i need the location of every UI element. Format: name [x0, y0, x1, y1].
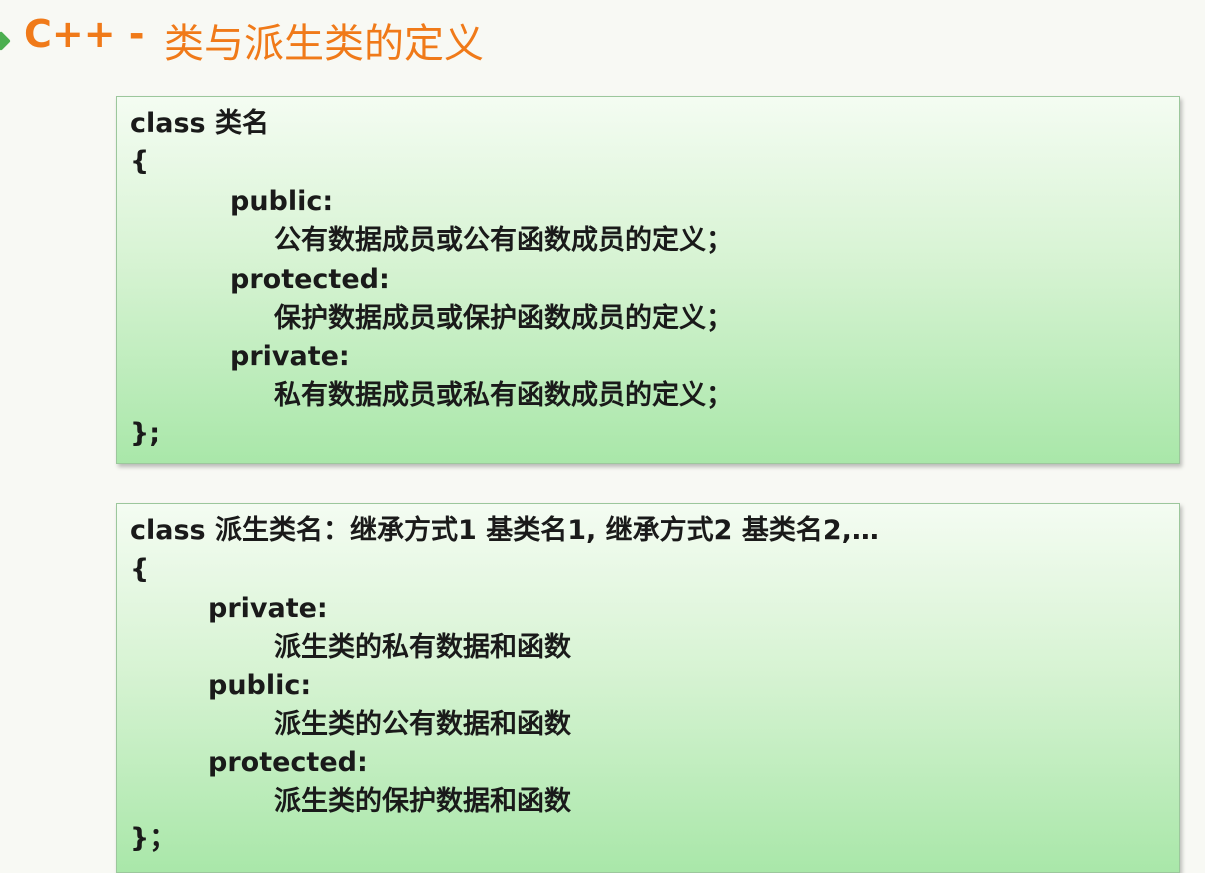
code-line: protected: — [208, 747, 368, 778]
code-line: class 派生类名：继承方式1 基类名1, 继承方式2 基类名2,… — [130, 515, 879, 546]
code-line: }； — [130, 823, 177, 854]
code-line: public: — [230, 186, 334, 217]
code-line: }; — [130, 418, 161, 449]
code-line: 私有数据成员或私有函数成员的定义； — [274, 380, 733, 411]
code-line: 派生类的私有数据和函数 — [274, 632, 571, 663]
code-line: protected: — [230, 264, 390, 295]
code-line: 派生类的保护数据和函数 — [274, 786, 571, 817]
bullet-diamond-icon — [0, 31, 11, 51]
slide-title-cn: 类与派生类的定义 — [164, 21, 484, 67]
code-line: private: — [230, 341, 350, 372]
code-line: private: — [208, 593, 328, 624]
code-line: { — [130, 554, 150, 585]
derived-class-definition-box: class 派生类名：继承方式1 基类名1, 继承方式2 基类名2,… { pr… — [116, 503, 1180, 873]
code-line: class 类名 — [130, 108, 270, 139]
class-definition-box: class 类名 { public: 公有数据成员或公有函数成员的定义； pro… — [116, 96, 1180, 464]
code-line: 公有数据成员或公有函数成员的定义； — [274, 225, 733, 256]
code-line: public: — [208, 670, 312, 701]
code-line: 派生类的公有数据和函数 — [274, 709, 571, 740]
slide-title-en: C++ - — [24, 12, 145, 56]
code-line: 保护数据成员或保护函数成员的定义； — [274, 303, 733, 334]
code-line: { — [130, 146, 150, 177]
